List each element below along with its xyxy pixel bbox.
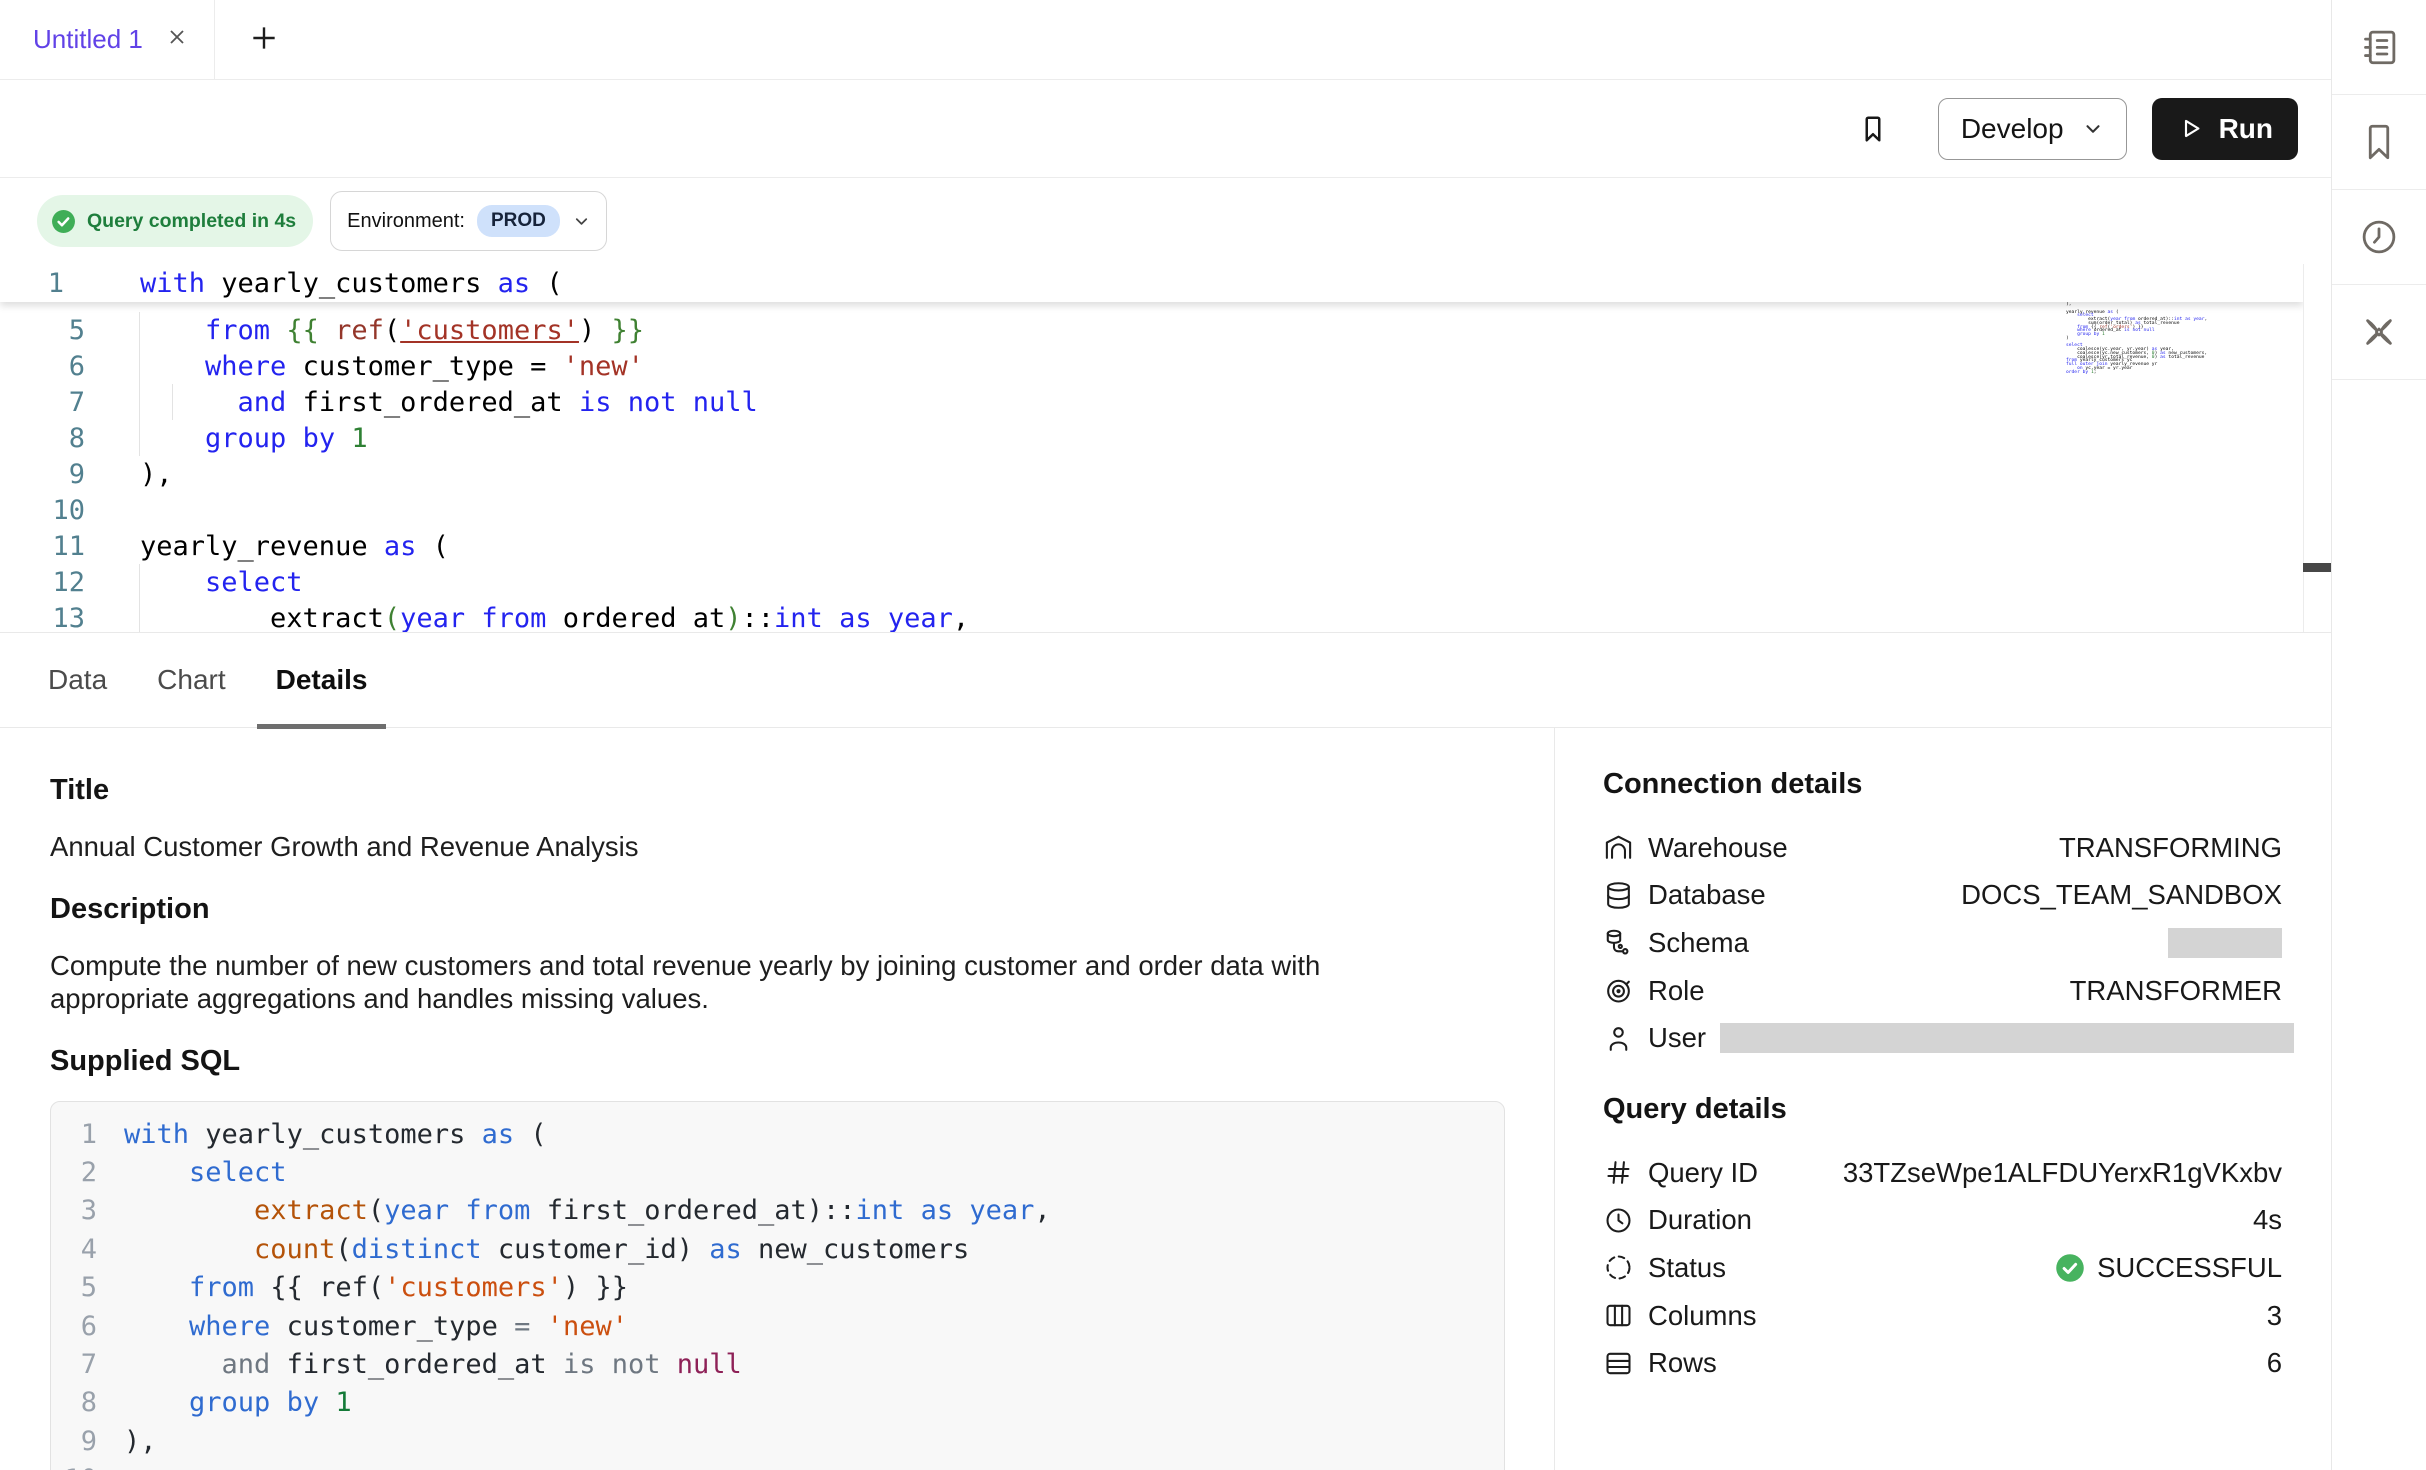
tab-chart[interactable]: Chart [138, 633, 244, 727]
chevron-down-icon [572, 212, 591, 231]
plus-icon [248, 22, 280, 59]
database-value: DOCS_TEAM_SANDBOX [1961, 879, 2282, 911]
editor-sticky-line[interactable]: 1with yearly_customers as ( [0, 264, 2303, 302]
environment-badge: PROD [477, 205, 560, 237]
results-tabbar: Data Chart Details [0, 633, 2331, 728]
play-icon [2177, 115, 2204, 142]
columns-icon [1603, 1300, 1634, 1331]
details-panel: Title Annual Customer Growth and Revenue… [0, 728, 2331, 1470]
query-row-duration: Duration 4s [1603, 1197, 2282, 1245]
query-row-id: Query ID 33TZseWpe1ALFDUYerxR1gVKxbv [1603, 1149, 2282, 1197]
warehouse-icon [1603, 832, 1634, 863]
copilot-sparkle-icon [2358, 311, 2400, 353]
clock-icon [1603, 1205, 1634, 1236]
supplied-sql-block: 1with yearly_customers as (2 select3 ext… [50, 1101, 1505, 1470]
connection-row-warehouse: Warehouse TRANSFORMING [1603, 824, 2282, 872]
file-tabbar: Untitled 1 [0, 0, 2331, 80]
notebook-panel-button[interactable] [2332, 0, 2426, 95]
history-clock-icon [2358, 216, 2400, 258]
connection-row-user: User [1603, 1014, 2282, 1062]
hash-icon [1603, 1157, 1634, 1188]
sql-editor[interactable]: 5 from {{ ref('customers') }}6 where cus… [0, 264, 2331, 633]
query-title: Annual Customer Growth and Revenue Analy… [50, 830, 1460, 863]
query-row-status: Status SUCCESSFUL [1603, 1244, 2282, 1292]
schema-value-redacted [2168, 928, 2282, 958]
role-value: TRANSFORMER [2070, 975, 2282, 1007]
bookmarks-panel-button[interactable] [2332, 95, 2426, 190]
query-status-pill: Query completed in 4s [37, 195, 313, 247]
user-icon [1603, 1023, 1634, 1054]
close-tab-icon[interactable] [165, 25, 189, 54]
rows-value: 6 [2267, 1347, 2282, 1379]
run-label: Run [2219, 113, 2273, 145]
develop-label: Develop [1961, 113, 2064, 145]
duration-value: 4s [2253, 1204, 2282, 1236]
columns-value: 3 [2267, 1300, 2282, 1332]
main-column: Untitled 1 Develop Run [0, 0, 2331, 1470]
bookmark-icon [2358, 121, 2400, 163]
run-button[interactable]: Run [2152, 98, 2298, 160]
connection-row-schema: Schema [1603, 919, 2282, 967]
rows-icon [1603, 1348, 1634, 1379]
environment-label: Environment: [347, 210, 465, 233]
loader-circle-icon [1603, 1252, 1634, 1283]
user-value-redacted [1720, 1023, 2294, 1053]
connection-row-role: Role TRANSFORMER [1603, 967, 2282, 1015]
schema-icon [1603, 927, 1634, 958]
tab-data[interactable]: Data [29, 633, 126, 727]
query-details-heading: Query details [1603, 1093, 2282, 1126]
develop-dropdown[interactable]: Develop [1938, 98, 2127, 160]
editor-scrollbar[interactable] [2303, 264, 2331, 632]
editor-scrollbar-thumb[interactable] [2303, 563, 2331, 572]
environment-selector[interactable]: Environment: PROD [330, 191, 607, 251]
ide-window: Untitled 1 Develop Run [0, 0, 2426, 1470]
query-status-row: Query completed in 4s Environment: PROD [0, 178, 2331, 264]
history-panel-button[interactable] [2332, 190, 2426, 285]
details-left-column: Title Annual Customer Growth and Revenue… [0, 728, 1554, 1470]
editor-lines[interactable]: 5 from {{ ref('customers') }}6 where cus… [0, 312, 969, 633]
new-tab-button[interactable] [244, 20, 284, 60]
supplied-sql-heading: Supplied SQL [50, 1045, 1554, 1078]
query-row-rows: Rows 6 [1603, 1339, 2282, 1387]
bookmark-icon [1858, 111, 1888, 147]
title-heading: Title [50, 774, 1554, 807]
connection-row-database: Database DOCS_TEAM_SANDBOX [1603, 872, 2282, 920]
query-description: Compute the number of new customers and … [50, 949, 1460, 1015]
editor-toolbar: Develop Run [0, 80, 2331, 178]
right-rail [2331, 0, 2426, 1470]
tab-title: Untitled 1 [33, 24, 143, 55]
copilot-panel-button[interactable] [2332, 285, 2426, 380]
role-target-icon [1603, 975, 1634, 1006]
bookmark-button[interactable] [1858, 111, 1888, 147]
database-icon [1603, 880, 1634, 911]
query-row-columns: Columns 3 [1603, 1292, 2282, 1340]
tab-untitled-1[interactable]: Untitled 1 [0, 0, 215, 79]
tab-details[interactable]: Details [257, 633, 387, 727]
query-status-text: Query completed in 4s [87, 210, 296, 233]
chevron-down-icon [2082, 118, 2104, 140]
description-heading: Description [50, 893, 1554, 926]
details-right-column: Connection details Warehouse TRANSFORMIN… [1554, 728, 2331, 1470]
status-value: SUCCESSFUL [2055, 1252, 2282, 1284]
notebook-icon [2358, 26, 2400, 68]
success-check-icon [2055, 1253, 2085, 1283]
warehouse-value: TRANSFORMING [2059, 832, 2282, 864]
query-id-value: 33TZseWpe1ALFDUYerxR1gVKxbv [1843, 1157, 2282, 1189]
connection-details-heading: Connection details [1603, 768, 2282, 801]
check-circle-icon [51, 209, 76, 234]
